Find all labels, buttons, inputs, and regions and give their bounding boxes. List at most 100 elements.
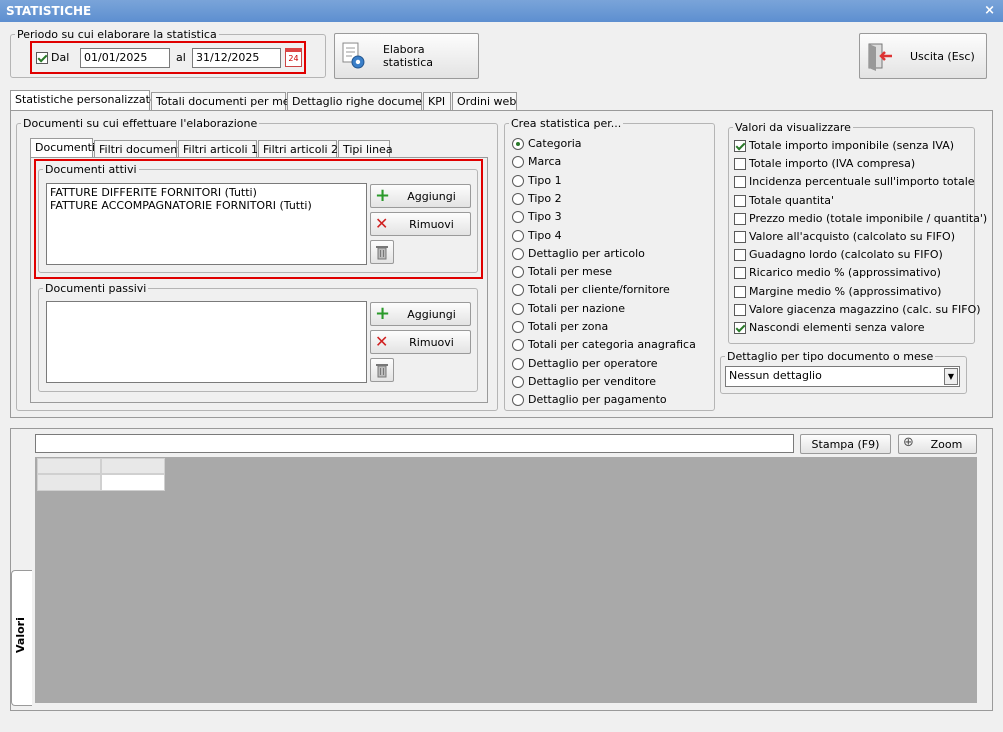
window-title-bar: STATISTICHE xyxy=(0,0,1003,22)
crea-option-label: Dettaglio per pagamento xyxy=(528,393,667,407)
date-from-input[interactable]: 01/01/2025 xyxy=(80,48,170,68)
crea-option-label: Tipo 3 xyxy=(528,210,562,224)
calendar-icon[interactable]: 24 xyxy=(285,48,302,67)
statistics-gear-icon xyxy=(342,42,365,69)
documents-legend: Documenti su cui effettuare l'elaborazio… xyxy=(23,117,258,130)
crea-option-radio[interactable]: Tipo 3 xyxy=(512,210,562,224)
valori-option-checkbox[interactable]: Margine medio % (approssimativo) xyxy=(734,285,941,298)
close-icon[interactable]: × xyxy=(984,3,995,18)
grid-header-cell xyxy=(101,458,165,474)
active-docs-list[interactable]: FATTURE DIFFERITE FORNITORI (Tutti) FATT… xyxy=(46,183,367,265)
subtab-tipi-linea[interactable]: Tipi linea xyxy=(338,140,393,158)
valori-option-checkbox[interactable]: Totale quantita' xyxy=(734,194,834,207)
dal-check-icon xyxy=(36,52,48,64)
valori-option-checkbox[interactable]: Guadagno lordo (calcolato su FIFO) xyxy=(734,248,943,262)
side-tab-valori[interactable]: Valori xyxy=(11,570,32,706)
valori-option-checkbox[interactable]: Totale importo (IVA compresa) xyxy=(734,157,915,171)
crea-option-radio[interactable]: Categoria xyxy=(512,137,582,150)
zoom-label: Zoom xyxy=(930,437,963,451)
valori-option-label: Valore giacenza magazzino (calc. su FIFO… xyxy=(749,302,981,316)
passive-add-button[interactable]: + Aggiungi xyxy=(370,302,471,326)
grid-cell[interactable] xyxy=(101,474,165,491)
valori-option-checkbox[interactable]: Ricarico medio % (approssimativo) xyxy=(734,266,941,280)
chevron-down-icon[interactable]: ▼ xyxy=(944,368,958,385)
tab-dettaglio-righe-documenti[interactable]: Dettaglio righe documenti xyxy=(287,92,436,110)
tab-totali-documenti-per-mese[interactable]: Totali documenti per mese xyxy=(151,92,302,110)
valori-option-checkbox[interactable]: Prezzo medio (totale imponibile / quanti… xyxy=(734,212,987,225)
passive-docs-list[interactable] xyxy=(46,301,367,383)
crea-option-label: Totali per cliente/fornitore xyxy=(528,283,670,297)
checkbox-icon xyxy=(734,249,746,262)
passive-remove-label: Rimuovi xyxy=(409,335,454,349)
elabora-statistica-button[interactable]: Elabora statistica xyxy=(334,33,479,79)
active-add-button[interactable]: + Aggiungi xyxy=(370,184,471,208)
crea-option-label: Totali per zona xyxy=(528,320,609,333)
trash-icon xyxy=(376,246,388,260)
radio-icon xyxy=(512,321,524,333)
subtab-filtri-articoli-1[interactable]: Filtri articoli 1 xyxy=(178,140,258,158)
tab-kpi[interactable]: KPI xyxy=(423,92,451,110)
crea-option-radio[interactable]: Totali per nazione xyxy=(512,302,625,315)
dettaglio-select[interactable]: Nessun dettaglio xyxy=(725,366,960,387)
plus-icon: + xyxy=(375,303,391,324)
active-trash-button[interactable] xyxy=(370,240,394,264)
subtab-filtri-articoli-2[interactable]: Filtri articoli 2 xyxy=(258,140,338,158)
crea-option-label: Categoria xyxy=(528,137,582,150)
results-filter-input[interactable] xyxy=(35,434,794,453)
date-to-input[interactable]: 31/12/2025 xyxy=(192,48,281,68)
crea-option-radio[interactable]: Dettaglio per venditore xyxy=(512,375,656,388)
crea-option-label: Dettaglio per articolo xyxy=(528,246,645,260)
passive-remove-button[interactable]: ✕ Rimuovi xyxy=(370,330,471,354)
crea-option-radio[interactable]: Marca xyxy=(512,155,561,169)
list-item[interactable]: FATTURE DIFFERITE FORNITORI (Tutti) xyxy=(50,186,363,199)
valori-option-checkbox[interactable]: Nascondi elementi senza valore xyxy=(734,321,924,334)
crea-option-radio[interactable]: Totali per zona xyxy=(512,320,608,333)
documents-sub-tab-bar: Documenti Filtri documenti Filtri artico… xyxy=(30,138,400,158)
subtab-documenti[interactable]: Documenti xyxy=(30,138,95,158)
radio-icon xyxy=(512,156,524,169)
crea-option-radio[interactable]: Tipo 4 xyxy=(512,229,562,242)
valori-option-label: Margine medio % (approssimativo) xyxy=(749,284,942,298)
dettaglio-value: Nessun dettaglio xyxy=(729,369,822,382)
active-docs-legend: Documenti attivi xyxy=(45,163,137,176)
uscita-button[interactable]: Uscita (Esc) xyxy=(859,33,987,79)
crea-option-radio[interactable]: Totali per mese xyxy=(512,265,612,279)
crea-option-radio[interactable]: Tipo 2 xyxy=(512,192,562,205)
radio-icon xyxy=(512,192,524,205)
crea-statistica-legend: Crea statistica per... xyxy=(511,117,622,130)
crea-option-radio[interactable]: Dettaglio per pagamento xyxy=(512,393,667,407)
radio-icon xyxy=(512,375,524,388)
exit-door-icon xyxy=(868,43,892,71)
valori-option-checkbox[interactable]: Valore all'acquisto (calcolato su FIFO) xyxy=(734,230,955,243)
list-item[interactable]: FATTURE ACCOMPAGNATORIE FORNITORI (Tutti… xyxy=(50,199,363,212)
crea-option-radio[interactable]: Tipo 1 xyxy=(512,174,562,187)
tab-statistiche-personalizzate[interactable]: Statistiche personalizzate xyxy=(10,90,157,110)
tab-ordini-web[interactable]: Ordini web xyxy=(452,92,517,110)
crea-option-label: Dettaglio per operatore xyxy=(528,356,658,370)
zoom-button[interactable]: ⊕ Zoom xyxy=(898,434,977,454)
radio-icon xyxy=(512,247,524,260)
radio-icon xyxy=(512,302,524,315)
crea-option-radio[interactable]: Dettaglio per articolo xyxy=(512,247,645,260)
valori-option-checkbox[interactable]: Incidenza percentuale sull'importo total… xyxy=(734,175,975,189)
radio-icon xyxy=(512,339,524,352)
checkbox-icon xyxy=(734,231,746,243)
crea-option-radio[interactable]: Totali per categoria anagrafica xyxy=(512,338,696,352)
main-tab-bar: Statistiche personalizzate Totali docume… xyxy=(10,90,1000,112)
crea-option-radio[interactable]: Totali per cliente/fornitore xyxy=(512,283,670,297)
radio-icon xyxy=(512,138,524,150)
radio-icon xyxy=(512,211,524,224)
dal-checkbox[interactable]: Dal xyxy=(36,51,69,64)
stampa-button[interactable]: Stampa (F9) xyxy=(800,434,891,454)
crea-option-label: Totali per nazione xyxy=(528,301,626,315)
active-remove-button[interactable]: ✕ Rimuovi xyxy=(370,212,471,236)
subtab-filtri-documenti[interactable]: Filtri documenti xyxy=(94,140,185,158)
checkbox-icon xyxy=(734,303,746,316)
passive-trash-button[interactable] xyxy=(370,358,394,382)
valori-option-checkbox[interactable]: Totale importo imponibile (senza IVA) xyxy=(734,139,954,152)
results-grid[interactable] xyxy=(35,457,977,703)
calendar-day: 24 xyxy=(288,54,299,63)
radio-icon xyxy=(512,174,524,187)
crea-option-radio[interactable]: Dettaglio per operatore xyxy=(512,357,658,370)
valori-option-checkbox[interactable]: Valore giacenza magazzino (calc. su FIFO… xyxy=(734,303,981,316)
